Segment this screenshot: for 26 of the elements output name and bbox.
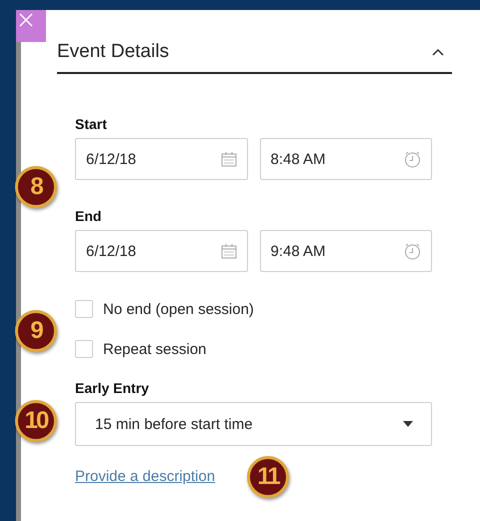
checkbox[interactable] (75, 300, 93, 318)
field-label: Start (75, 116, 108, 132)
date-field[interactable]: 6/12/18 (75, 230, 248, 272)
callout-badge: 10 (15, 400, 57, 442)
clock-icon[interactable] (404, 242, 421, 260)
callout-badge: 8 (15, 166, 57, 208)
early-entry-dropdown[interactable]: 15 min before start time (75, 402, 432, 446)
description-link[interactable]: Provide a description (75, 468, 216, 485)
field-label: End (75, 208, 102, 224)
date-field[interactable]: 6/12/18 (75, 138, 248, 180)
checkbox-label: No end (open session) (103, 300, 254, 318)
calendar-icon[interactable] (220, 151, 236, 167)
checkbox-label: Repeat session (103, 340, 206, 358)
caret-icon (403, 421, 413, 427)
chevron-up-icon[interactable] (432, 48, 444, 56)
field-label: Early Entry (75, 380, 150, 396)
checkbox[interactable] (75, 340, 93, 358)
close-button[interactable] (16, 10, 46, 42)
close-icon[interactable] (18, 12, 34, 28)
calendar-icon[interactable] (220, 243, 236, 259)
time-field[interactable]: 9:48 AM (260, 230, 432, 272)
panel-title: Event Details (57, 41, 169, 63)
callout-badge: 9 (15, 310, 57, 352)
time-field[interactable]: 8:48 AM (260, 138, 432, 180)
clock-icon[interactable] (404, 150, 421, 168)
callout-badge: 11 (247, 456, 289, 498)
